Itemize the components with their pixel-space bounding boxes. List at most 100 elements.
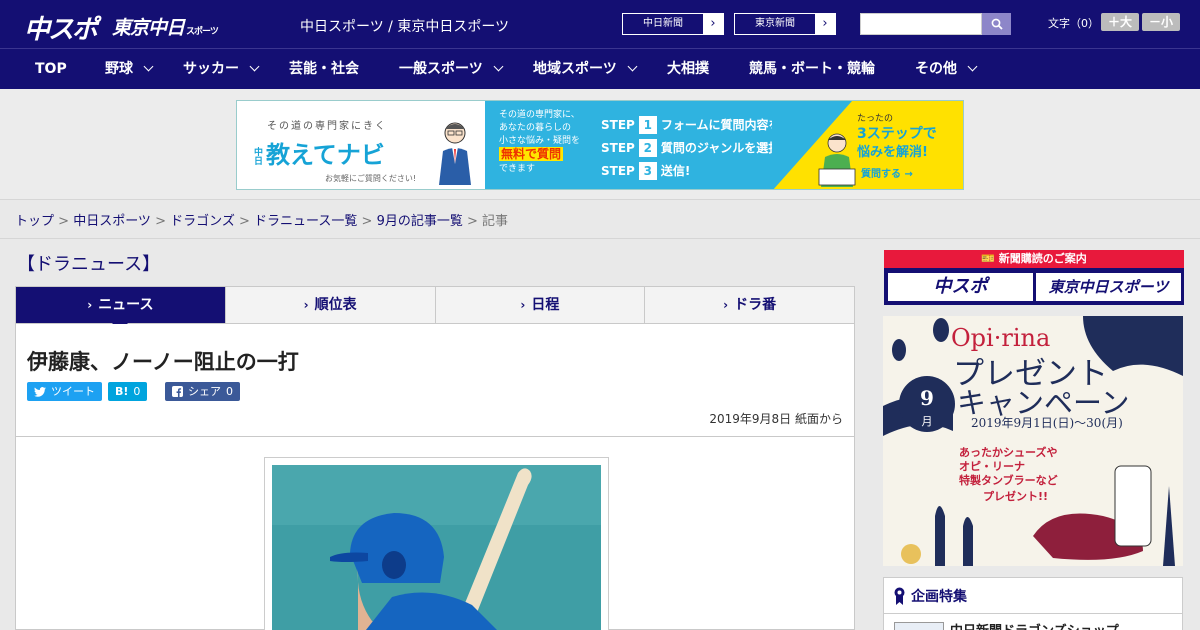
user-illustration <box>818 133 856 187</box>
nav-label: 野球 <box>105 61 133 77</box>
nav-item-entertainment[interactable]: 芸能・社会 <box>289 49 359 90</box>
chuspo-logo[interactable]: 中スポ <box>24 9 98 46</box>
chunichi-shimbun-button[interactable]: 中日新聞 › <box>622 13 724 35</box>
nav-item-racing[interactable]: 競馬・ボート・競輪 <box>749 49 875 90</box>
ticket-icon: 🎫 <box>981 252 999 265</box>
article-photo-frame <box>264 457 609 630</box>
tab-schedule[interactable]: › 日程 <box>435 287 646 323</box>
step-number: 1 <box>638 116 657 134</box>
banner-desc-line: あなたの暮らしの <box>499 123 572 133</box>
tab-label: ニュース <box>98 297 154 313</box>
feature-title: 企画特集 <box>911 589 967 605</box>
nav-item-regional-sports[interactable]: 地域スポーツ <box>533 49 638 90</box>
nav-label: サッカー <box>183 61 239 77</box>
breadcrumb-link-chunichi-sports[interactable]: 中日スポーツ <box>73 214 151 229</box>
tab-news[interactable]: › ニュース <box>16 287 226 331</box>
banner-title: 中日 教えてナビ <box>251 135 398 170</box>
nav-label: TOP <box>35 61 67 77</box>
tab-label: 日程 <box>531 297 560 313</box>
campaign-month-unit: 月 <box>921 415 933 428</box>
tab-dora-ban[interactable]: › ドラ番 <box>645 287 854 323</box>
section-tabs: › ニュース › 順位表 › 日程 › ドラ番 <box>15 286 855 331</box>
chevron-right-icon: › <box>520 298 526 312</box>
banner-left: その道の専門家にきく 中日 教えてナビ お気軽にご質問ください! <box>237 101 485 189</box>
feature-thumbnail[interactable] <box>894 622 944 630</box>
campaign-month-number: 9 <box>920 386 934 410</box>
banner-title-prefix: 中日 <box>252 147 262 165</box>
advisor-illustration <box>439 122 471 185</box>
banner-step-2: STEP 2 質問のジャンルを選択 <box>601 139 780 157</box>
facebook-share-button[interactable]: シェア 0 <box>165 382 240 401</box>
campaign-month-badge: 9月 <box>899 376 955 432</box>
breadcrumb-link-top[interactable]: トップ <box>15 214 54 229</box>
step-text: 質問のジャンルを選択 <box>660 141 781 155</box>
main-nav: TOP 野球 サッカー 芸能・社会 一般スポーツ 地域スポーツ 大相撲 競馬・ボ… <box>0 48 1200 89</box>
font-smaller-button[interactable]: －小 <box>1142 13 1180 31</box>
nav-label: 芸能・社会 <box>289 61 359 77</box>
tab-standings[interactable]: › 順位表 <box>225 287 436 323</box>
nav-item-soccer[interactable]: サッカー <box>183 49 260 90</box>
subscribe-tokyo-chunichi-button[interactable]: 東京中日スポーツ <box>1036 273 1181 301</box>
article-photo[interactable] <box>272 465 601 630</box>
nav-label: 一般スポーツ <box>399 61 483 77</box>
font-larger-button[interactable]: ＋大 <box>1101 13 1139 31</box>
banner-right-headline: 3ステップで <box>857 126 937 142</box>
nav-item-top[interactable]: TOP <box>35 49 67 90</box>
nav-item-baseball[interactable]: 野球 <box>105 49 154 90</box>
chevron-right-icon: › <box>87 298 93 312</box>
feature-item-dragons-shop[interactable]: 中日新聞ドラゴンズショップ <box>950 620 1119 630</box>
feature-box: 企画特集 中日新聞ドラゴンズショップ <box>883 577 1183 630</box>
search-icon <box>991 18 1003 30</box>
chevron-down-icon <box>627 61 638 72</box>
tweet-button[interactable]: ツイート <box>27 382 102 401</box>
batter-photo-illustration <box>272 465 601 630</box>
campaign-line: プレゼント!! <box>983 490 1049 503</box>
banner-description: その道の専門家に、 あなたの暮らしの 小さな悩み・疑問を 無料で質問 できます <box>499 109 580 176</box>
tokyo-chunichi-logo[interactable]: 東京中日 スポーツ <box>112 13 219 40</box>
step-label: STEP <box>601 141 635 155</box>
banner-desc-line: その道の専門家に、 <box>499 110 580 120</box>
twitter-icon <box>34 386 46 397</box>
step-number: 3 <box>638 162 657 180</box>
chevron-right-icon: › <box>703 14 723 34</box>
tweet-label: ツイート <box>51 385 95 398</box>
banner-tagline: その道の専門家にきく <box>267 121 387 132</box>
tokyo-chunichi-logo-sub: スポーツ <box>186 27 219 37</box>
search-input[interactable] <box>860 13 982 35</box>
section-title: 【ドラニュース】 <box>17 254 161 275</box>
facebook-share-label: シェア <box>188 385 221 398</box>
oshiete-navi-banner[interactable]: その道の専門家にきく 中日 教えてナビ お気軽にご質問ください! その道の専門家に… <box>236 100 964 190</box>
nav-item-sumo[interactable]: 大相撲 <box>667 49 709 90</box>
campaign-period: 2019年9月1日(日)〜30(月) <box>971 416 1123 430</box>
breadcrumb-link-september[interactable]: 9月の記事一覧 <box>377 214 463 229</box>
ad-banner-area: その道の専門家にきく 中日 教えてナビ お気軽にご質問ください! その道の専門家に… <box>0 89 1200 200</box>
breadcrumb-separator: > <box>54 214 74 229</box>
facebook-icon <box>172 386 183 397</box>
chevron-down-icon <box>143 61 154 72</box>
search-button[interactable] <box>982 13 1011 35</box>
subscribe-chuspo-button[interactable]: 中スポ <box>888 273 1033 301</box>
banner-middle: その道の専門家に、 あなたの暮らしの 小さな悩み・疑問を 無料で質問 できます … <box>485 101 804 189</box>
nav-label: 競馬・ボート・競輪 <box>749 61 875 77</box>
chunichi-shimbun-label: 中日新聞 <box>643 18 683 29</box>
facebook-share-count: 0 <box>226 385 233 398</box>
banner-question-button[interactable]: 質問する → <box>861 165 913 180</box>
campaign-line: 特製タンブラーなど <box>959 474 1058 487</box>
hatena-bookmark-button[interactable]: B! 0 <box>108 382 148 401</box>
banner-note: お気軽にご質問ください! <box>325 174 417 183</box>
chevron-right-icon: › <box>815 14 835 34</box>
tokyo-chunichi-logo-text: 東京中日 <box>112 17 185 39</box>
campaign-banner[interactable]: Opi·rina プレゼント キャンペーン 2019年9月1日(日)〜30(月)… <box>883 316 1183 566</box>
nav-item-other[interactable]: その他 <box>915 49 978 90</box>
subscription-box[interactable]: 🎫 新聞購読のご案内 中スポ 東京中日スポーツ <box>884 250 1184 305</box>
chevron-down-icon <box>493 61 504 72</box>
banner-step-3: STEP 3 送信! <box>601 162 690 180</box>
nav-item-general-sports[interactable]: 一般スポーツ <box>399 49 504 90</box>
breadcrumb-link-dragons[interactable]: ドラゴンズ <box>170 214 235 229</box>
breadcrumb-link-dora-news[interactable]: ドラニュース一覧 <box>254 214 357 229</box>
site-names-link[interactable]: 中日スポーツ / 東京中日スポーツ <box>300 16 509 36</box>
hatena-icon: B! <box>115 385 129 398</box>
tokyo-shimbun-button[interactable]: 東京新聞 › <box>734 13 836 35</box>
chevron-down-icon <box>249 61 260 72</box>
banner-free-question: 無料で質問 <box>499 147 564 161</box>
